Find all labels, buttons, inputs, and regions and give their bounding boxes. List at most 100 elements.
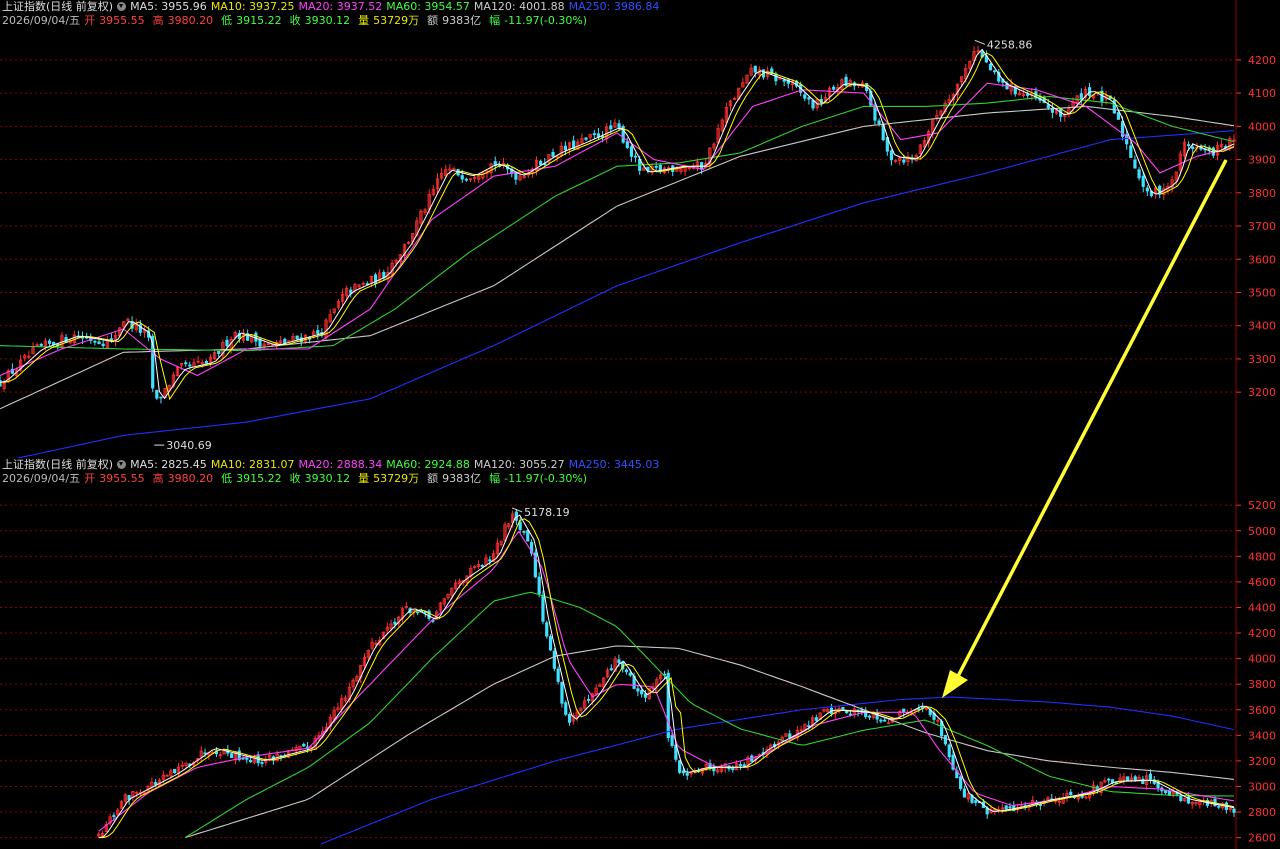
y-tick-label: 4000 [1248, 120, 1276, 133]
candle-body [633, 155, 638, 158]
volume-value: 53729万 [373, 14, 420, 27]
candle-body [629, 146, 634, 157]
candle-body [567, 714, 572, 723]
candle-body [902, 159, 906, 163]
candle-body [803, 94, 807, 99]
y-tick-label: 4100 [1248, 87, 1276, 100]
ohlc-info-bottom: 2026/09/04/五开 3955.55 高 3980.20 低 3915.22 收 393… [2, 472, 595, 486]
y-tick-label: 3400 [1248, 320, 1276, 333]
high-label: 高 3980.20 [153, 14, 218, 27]
candle-body [1145, 187, 1149, 192]
candle-body [393, 621, 397, 625]
candle-body [1038, 804, 1042, 807]
open-value: 3955.55 [99, 14, 145, 27]
y-tick-label: 3300 [1248, 353, 1276, 366]
candle-body [260, 762, 264, 764]
candle-body [974, 800, 978, 803]
ma250-line [15, 130, 1235, 458]
candle-body [731, 767, 735, 770]
candle-body [586, 698, 591, 701]
candle-body [101, 343, 105, 347]
min-value-label: 3040.69 [166, 439, 212, 452]
candle-body [988, 63, 993, 71]
candle-body [460, 175, 464, 180]
candle-body [1107, 778, 1111, 781]
close-value: 3930.12 [304, 14, 351, 27]
ma120-label: MA120: 3055.27 [473, 458, 565, 471]
candle-body [742, 764, 746, 767]
candle-body [295, 335, 299, 340]
y-tick-label: 3700 [1248, 220, 1276, 233]
candle-body [1008, 806, 1012, 809]
dropdown-circle-icon[interactable] [117, 460, 127, 469]
y-tick-label: 4200 [1248, 54, 1276, 67]
high-label: 高 3980.20 [153, 472, 218, 485]
low-value: 3915.22 [236, 14, 282, 27]
candle-body [514, 171, 518, 180]
close-label: 收 3930.12 [290, 472, 355, 485]
candle-body [563, 145, 568, 151]
low-label: 低 3915.22 [221, 472, 286, 485]
candle-body [537, 576, 541, 595]
candle-body [1079, 93, 1083, 100]
low-value: 3915.22 [236, 472, 282, 485]
candle-body [1191, 146, 1195, 150]
open-key: 开 [84, 14, 96, 27]
candle-body [1148, 773, 1153, 780]
ma250-line [320, 696, 1235, 845]
change-label: 幅 -11.97(-0.30%) [489, 472, 591, 485]
candle-body [1137, 169, 1141, 179]
candle-body [539, 160, 543, 166]
close-value: 3930.12 [304, 472, 351, 485]
candlestick-chart-top: 3200 3300 3400 3500 3600 3700 3800 3900 4000 4100… [0, 0, 1276, 458]
candle-body [592, 133, 596, 136]
candle-body [867, 715, 872, 718]
low-key: 低 [221, 14, 233, 27]
y-tick-label: 3600 [1248, 253, 1276, 266]
candle-body [184, 362, 188, 365]
candle-body [617, 123, 621, 129]
candle-body [93, 340, 97, 343]
candle-body [97, 341, 101, 345]
candle-body [1069, 791, 1073, 796]
y-tick-label: 5000 [1248, 525, 1276, 538]
candle-body [807, 97, 811, 100]
date-label: 2026/09/04/五 [2, 14, 81, 27]
candle-body [883, 719, 887, 722]
candle-body [962, 788, 967, 798]
y-tick-label: 4600 [1248, 576, 1276, 589]
y-tick-label: 3600 [1248, 704, 1276, 717]
candle-body [1141, 175, 1145, 187]
candle-body [1141, 778, 1145, 785]
candle-body [173, 768, 177, 774]
candle-body [225, 339, 229, 347]
candle-body [811, 100, 815, 109]
candle-body [203, 752, 207, 755]
candle-body [584, 137, 588, 140]
amount-label: 额 9383亿 [427, 472, 485, 485]
chart-panel-top: 3200 3300 3400 3500 3600 3700 3800 3900 4000 4100… [0, 0, 1280, 458]
candle-body [993, 70, 997, 73]
y-tick-label: 2600 [1248, 832, 1276, 845]
y-tick-label: 3800 [1248, 187, 1276, 200]
candle-body [832, 86, 836, 90]
candle-body [681, 770, 686, 774]
candle-body [959, 776, 963, 790]
candle-body [488, 559, 492, 562]
candle-body [464, 178, 468, 181]
open-key: 开 [84, 472, 96, 485]
candle-body [640, 690, 644, 695]
ma120-line [184, 645, 1235, 839]
candle-body [283, 338, 287, 344]
amount-value: 9383亿 [442, 14, 482, 27]
change-value: -11.97(-0.30%) [504, 472, 588, 485]
candle-body [1133, 159, 1137, 169]
ma250-label: MA250: 3986.84 [568, 0, 660, 13]
candle-body [617, 659, 621, 664]
y-tick-label: 3200 [1248, 386, 1276, 399]
dropdown-circle-icon[interactable] [117, 2, 127, 11]
candle-body [526, 530, 530, 542]
volume-key: 量 [358, 472, 370, 485]
open-label: 开 3955.55 [84, 14, 149, 27]
y-tick-label: 4200 [1248, 627, 1276, 640]
